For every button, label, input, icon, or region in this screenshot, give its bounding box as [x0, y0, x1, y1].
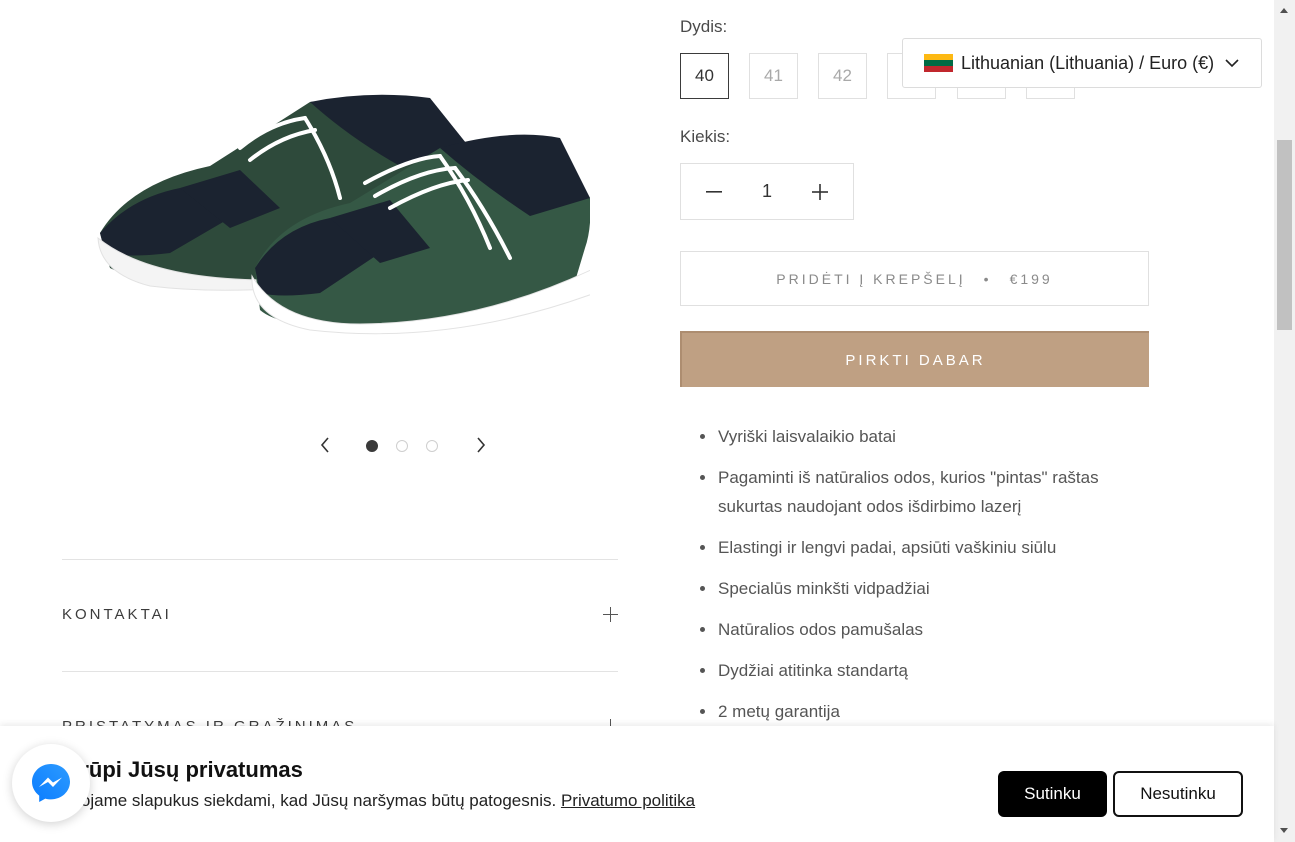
messenger-icon: [32, 764, 70, 802]
accept-cookies-button[interactable]: Sutinku: [998, 771, 1107, 817]
add-to-cart-label: PRIDĖTI Į KREPŠELĮ: [776, 270, 966, 287]
minus-icon[interactable]: [684, 164, 744, 219]
plus-icon[interactable]: [790, 164, 850, 219]
carousel-dot-3[interactable]: [426, 440, 438, 452]
list-item: Dydžiai atitinka standartą: [680, 656, 1150, 685]
list-item: 2 metų garantija: [680, 697, 1150, 726]
quantity-value[interactable]: 1: [741, 164, 793, 219]
list-item: Vyriški laisvalaikio batai: [680, 422, 1150, 451]
size-option-40[interactable]: 40: [680, 53, 729, 99]
chevron-down-icon: [1225, 59, 1239, 68]
chevron-left-icon[interactable]: [317, 433, 333, 457]
language-label: Lithuanian (Lithuania) / Euro (€): [961, 52, 1215, 73]
lithuania-flag-icon: [924, 54, 953, 72]
shoe-product-image: [97, 94, 590, 335]
messenger-chat-button[interactable]: [12, 744, 90, 822]
feature-list: Vyriški laisvalaikio batai Pagaminti iš …: [680, 422, 1150, 738]
size-option-42[interactable]: 42: [818, 53, 867, 99]
cookie-title: s rūpi Jūsų privatumas: [62, 757, 303, 782]
scroll-down-arrow-icon[interactable]: [1280, 828, 1288, 833]
quantity-label: Kiekis:: [680, 127, 731, 146]
privacy-policy-link[interactable]: Privatumo politika: [561, 791, 695, 810]
cookie-banner: s rūpi Jūsų privatumas udojame slapukus …: [0, 726, 1274, 842]
accordion-contacts[interactable]: KONTAKTAI: [62, 559, 618, 671]
add-to-cart-button[interactable]: PRIDĖTI Į KREPŠELĮ • €199: [680, 251, 1149, 306]
cookie-description: udojame slapukus siekdami, kad Jūsų narš…: [62, 791, 557, 810]
list-item: Natūralios odos pamušalas: [680, 615, 1150, 644]
language-currency-selector[interactable]: Lithuanian (Lithuania) / Euro (€): [902, 38, 1262, 88]
list-item: Specialūs minkšti vidpadžiai: [680, 574, 1150, 603]
cookie-text: udojame slapukus siekdami, kad Jūsų narš…: [62, 791, 695, 811]
scroll-up-arrow-icon[interactable]: [1280, 8, 1288, 13]
list-item: Pagaminti iš natūralios odos, kurios "pi…: [680, 463, 1150, 521]
scrollbar[interactable]: [1274, 0, 1295, 842]
size-label: Dydis:: [680, 17, 728, 36]
accordion-title: KONTAKTAI: [62, 606, 172, 623]
carousel-dot-1[interactable]: [366, 440, 378, 452]
product-gallery: [62, 0, 618, 453]
separator: •: [983, 270, 992, 287]
price: €199: [1009, 270, 1053, 287]
decline-cookies-button[interactable]: Nesutinku: [1113, 771, 1243, 817]
quantity-stepper: 1: [680, 163, 854, 220]
carousel-dot-2[interactable]: [396, 440, 408, 452]
scroll-thumb[interactable]: [1277, 140, 1292, 330]
size-option-41[interactable]: 41: [749, 53, 798, 99]
list-item: Elastingi ir lengvi padai, apsiūti vaški…: [680, 533, 1150, 562]
carousel-nav: [317, 433, 492, 457]
plus-icon: [603, 607, 618, 622]
chevron-right-icon[interactable]: [473, 433, 489, 457]
buy-now-button[interactable]: PIRKTI DABAR: [680, 331, 1149, 387]
